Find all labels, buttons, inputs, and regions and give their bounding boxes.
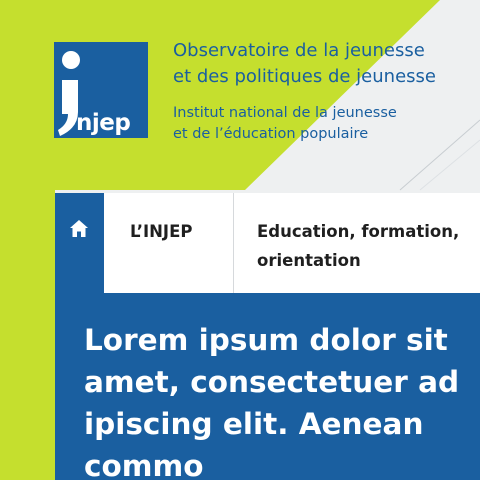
- nav-item-label: Education, formation, orientation: [257, 217, 459, 275]
- nav-home-button[interactable]: [55, 193, 104, 293]
- nav-item-label-line: Education, formation,: [257, 222, 460, 241]
- site-subtitle-line: et de l’éducation populaire: [173, 126, 369, 142]
- hero-banner[interactable]: Lorem ipsum dolor sit amet, consectetuer…: [55, 293, 480, 480]
- nav-item-label-line: L’INJEP: [130, 222, 193, 241]
- main-nav: L’INJEP Education, formation, orientatio…: [55, 193, 480, 293]
- site-subtitle-line: Institut national de la jeunesse: [173, 105, 397, 121]
- hero-headline-line: amet, consectetuer ad: [84, 365, 460, 399]
- injep-logo[interactable]: njep: [54, 42, 148, 138]
- nav-item-label-line: orientation: [257, 251, 361, 270]
- logo-dot: [62, 51, 80, 69]
- site-title: Observatoire de la jeunesse et des polit…: [173, 38, 480, 90]
- site-title-line: et des politiques de jeunesse: [173, 66, 436, 87]
- hero-headline-line: ipiscing elit. Aenean: [84, 407, 424, 441]
- nav-item-label: L’INJEP: [130, 217, 192, 246]
- hero-headline-line: Lorem ipsum dolor sit: [84, 323, 448, 357]
- logo-wordmark: njep: [76, 110, 131, 136]
- site-subtitle: Institut national de la jeunesse et de l…: [173, 103, 397, 145]
- diagonal-line: [399, 119, 480, 191]
- nav-item-education[interactable]: Education, formation, orientation: [234, 193, 480, 293]
- home-icon: [70, 220, 88, 237]
- hero-headline-line: commo: [84, 449, 204, 480]
- page: njep Observatoire de la jeunesse et des …: [0, 0, 480, 480]
- hero-headline: Lorem ipsum dolor sit amet, consectetuer…: [84, 319, 459, 480]
- site-title-line: Observatoire de la jeunesse: [173, 40, 425, 61]
- nav-item-injep[interactable]: L’INJEP: [104, 193, 234, 293]
